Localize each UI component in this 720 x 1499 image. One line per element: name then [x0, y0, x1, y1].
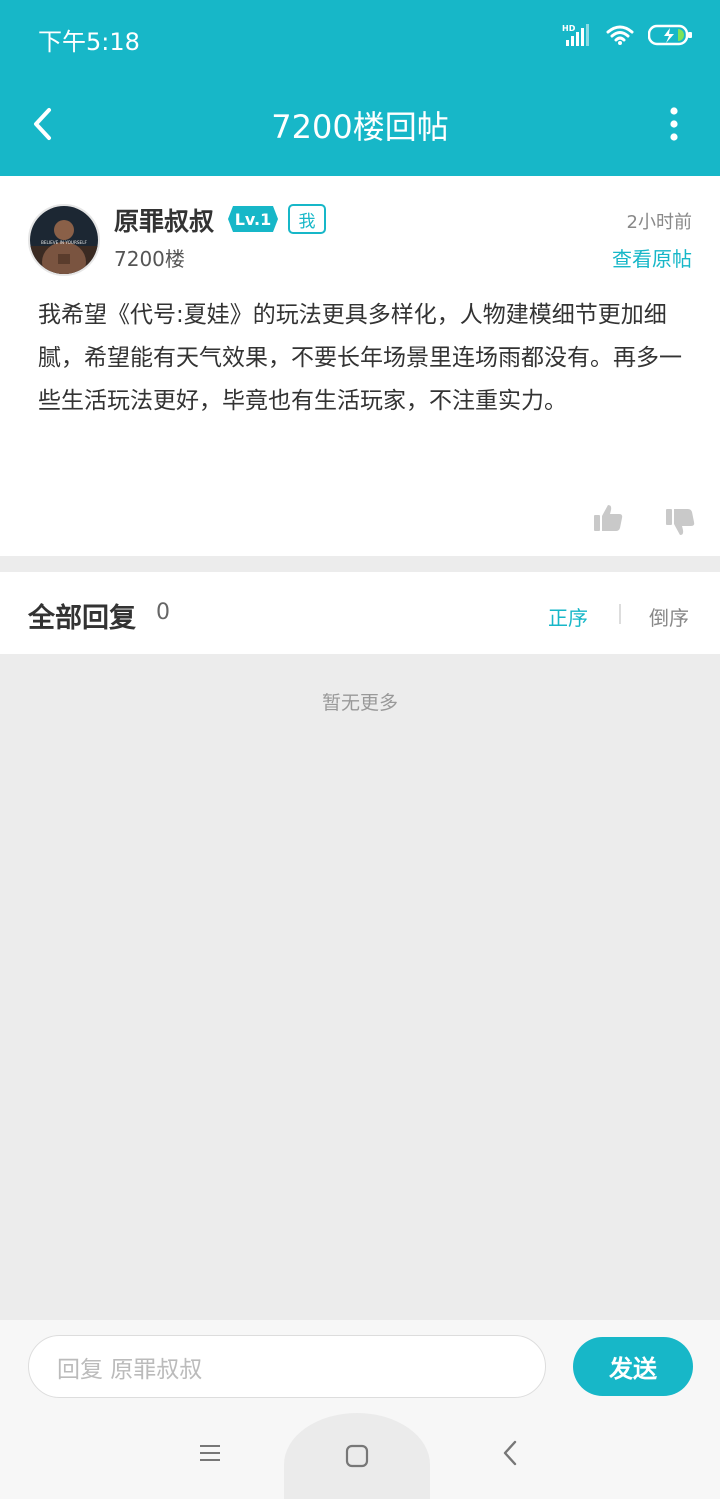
username[interactable]: 原罪叔叔	[114, 202, 214, 238]
thumbs-up-icon	[594, 505, 623, 531]
home-icon	[345, 1444, 369, 1468]
post-card: BELIEVE IN YOURSELF 原罪叔叔 Lv.1 我 7200楼 2小…	[0, 176, 720, 556]
reply-bar: 回复 原罪叔叔 发送	[0, 1320, 720, 1413]
sort-ascending-tab[interactable]: 正序	[548, 602, 588, 631]
signal-hd-icon: HD	[562, 23, 592, 51]
reply-input[interactable]: 回复 原罪叔叔	[28, 1335, 546, 1398]
status-icons: HD	[562, 22, 694, 52]
status-time: 下午5:18	[38, 28, 140, 56]
system-nav-bar	[0, 1413, 720, 1499]
empty-replies-text: 暂无更多	[321, 692, 398, 714]
avatar-caption: BELIEVE IN YOURSELF	[41, 240, 88, 245]
battery-charging-icon	[647, 23, 694, 51]
level-badge: Lv.1	[228, 206, 278, 232]
send-button[interactable]: 发送	[573, 1337, 693, 1396]
menu-icon	[200, 1445, 220, 1461]
avatar[interactable]: BELIEVE IN YOURSELF	[28, 204, 100, 276]
like-button[interactable]	[592, 502, 628, 538]
app-header: 下午5:18 HD 7200楼回帖	[0, 0, 720, 176]
dislike-button[interactable]	[664, 506, 700, 542]
back-icon	[503, 1440, 517, 1466]
sort-descending-tab[interactable]: 倒序	[649, 602, 689, 631]
wifi-icon	[606, 24, 634, 50]
svg-text:HD: HD	[562, 24, 576, 33]
thumbs-down-icon	[666, 509, 695, 535]
view-original-link[interactable]: 查看原帖	[612, 243, 692, 272]
page-title: 7200楼回帖	[271, 108, 449, 146]
post-content: 我希望《代号:夏娃》的玩法更具多样化，人物建模细节更加细腻，希望能有天气效果，不…	[38, 302, 682, 414]
nav-home-button[interactable]	[284, 1413, 430, 1499]
replies-count: 0	[156, 600, 170, 625]
me-badge: 我	[288, 204, 326, 234]
nav-back-button[interactable]	[490, 1433, 530, 1473]
replies-title: 全部回复	[28, 603, 136, 634]
floor-number: 7200楼	[114, 247, 185, 271]
post-time: 2小时前	[626, 212, 692, 233]
sort-divider	[619, 604, 621, 624]
replies-header: 全部回复 0 正序 倒序	[0, 572, 720, 654]
more-vertical-icon	[670, 107, 678, 141]
nav-menu-button[interactable]	[190, 1433, 230, 1473]
more-button[interactable]	[662, 104, 686, 144]
